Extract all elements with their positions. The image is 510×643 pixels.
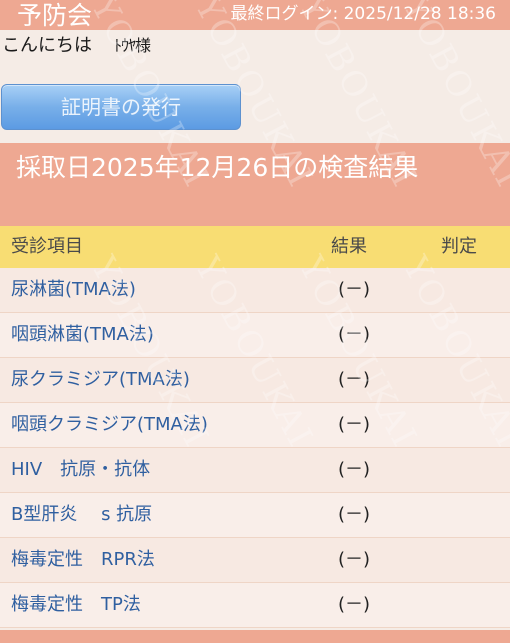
result-section-header: 採取日2025年12月26日の検査結果 xyxy=(0,143,510,226)
column-header-result: 結果 xyxy=(331,236,367,257)
test-result: (－) xyxy=(338,414,371,435)
test-item-name: HIV 抗原・抗体 xyxy=(11,459,151,480)
test-item-name: 尿淋菌(TMA法) xyxy=(11,279,136,300)
results-table: 受診項目 結果 判定 尿淋菌(TMA法) (－) 咽頭淋菌(TMA法) (－) … xyxy=(0,226,510,628)
test-result: (－) xyxy=(338,549,371,570)
greeting-user-name: ﾄｳﾔ様 xyxy=(114,36,151,55)
test-result: (－) xyxy=(338,504,371,525)
greeting: こんにちは ﾄｳﾔ様 xyxy=(2,33,151,59)
test-item-name: 咽頭淋菌(TMA法) xyxy=(11,324,154,345)
test-result: (－) xyxy=(338,594,371,615)
table-row: 梅毒定性 RPR法 (－) xyxy=(0,538,510,583)
test-item-name: B型肝炎 s 抗原 xyxy=(11,504,153,525)
table-row: HIV 抗原・抗体 (－) xyxy=(0,448,510,493)
table-row: 咽頭淋菌(TMA法) (－) xyxy=(0,313,510,358)
bottom-bar xyxy=(0,630,510,643)
top-header: 予防会 最終ログイン: 2025/12/28 18:36 xyxy=(0,0,510,30)
test-result: (－) xyxy=(338,459,371,480)
test-item-name: 咽頭クラミジア(TMA法) xyxy=(11,414,208,435)
column-header-judgement: 判定 xyxy=(441,236,477,257)
table-row: 梅毒定性 TP法 (－) xyxy=(0,583,510,628)
table-row: B型肝炎 s 抗原 (－) xyxy=(0,493,510,538)
column-header-item: 受診項目 xyxy=(11,236,83,257)
test-item-name: 尿クラミジア(TMA法) xyxy=(11,369,190,390)
test-item-name: 梅毒定性 TP法 xyxy=(11,594,141,615)
test-result: (－) xyxy=(338,279,371,300)
table-row: 尿クラミジア(TMA法) (－) xyxy=(0,358,510,403)
issue-certificate-button[interactable]: 証明書の発行 xyxy=(1,84,241,130)
greeting-hello: こんにちは xyxy=(2,35,92,56)
test-result: (－) xyxy=(338,324,371,345)
table-row: 尿淋菌(TMA法) (－) xyxy=(0,268,510,313)
table-header-row: 受診項目 結果 判定 xyxy=(0,226,510,268)
test-item-name: 梅毒定性 RPR法 xyxy=(11,549,155,570)
page-title: 採取日2025年12月26日の検査結果 xyxy=(16,153,419,182)
test-result: (－) xyxy=(338,369,371,390)
table-row: 咽頭クラミジア(TMA法) (－) xyxy=(0,403,510,448)
last-login-text: 最終ログイン: 2025/12/28 18:36 xyxy=(230,4,496,24)
brand-logo-text: 予防会 xyxy=(17,1,93,30)
